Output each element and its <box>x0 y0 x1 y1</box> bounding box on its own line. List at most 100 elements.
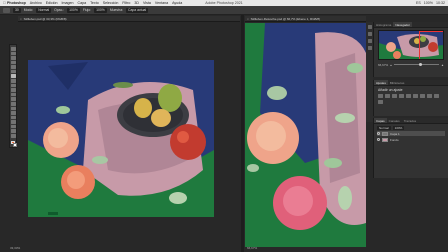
tab-adjustments[interactable]: Ajustes <box>374 80 388 85</box>
exposure-icon[interactable] <box>399 94 404 98</box>
curves-icon[interactable] <box>392 94 397 98</box>
eye-icon[interactable] <box>377 138 380 141</box>
background-color-swatch[interactable] <box>12 143 17 147</box>
path-select-tool-icon[interactable] <box>10 120 16 124</box>
clock: 10:32 <box>436 1 445 5</box>
layer-row[interactable]: Fondo <box>377 137 445 142</box>
brushes-panel-icon[interactable] <box>367 46 372 50</box>
pen-tool-icon[interactable] <box>10 111 16 115</box>
input-source[interactable]: ES <box>416 1 421 5</box>
hue-saturation-icon[interactable] <box>413 94 418 98</box>
hand-tool-icon[interactable] <box>10 129 16 133</box>
opacity-field[interactable]: 100% <box>67 7 80 13</box>
layer-name[interactable]: Capa 1 <box>390 132 400 136</box>
tab-layers[interactable]: Capas <box>374 118 387 123</box>
menu-capa[interactable]: Capa <box>78 1 87 5</box>
layer-name[interactable]: Fondo <box>390 138 399 142</box>
properties-panel-icon[interactable] <box>367 32 372 36</box>
tool-preset-picker[interactable] <box>3 7 10 13</box>
type-tool-icon[interactable] <box>10 115 16 120</box>
tab-channels[interactable]: Canales <box>387 118 402 123</box>
layer-opacity-field[interactable]: 100% <box>392 125 405 130</box>
history-panel-icon[interactable] <box>367 25 372 29</box>
swatches-panel-icon[interactable] <box>367 39 372 43</box>
shape-tool-icon[interactable] <box>10 124 16 129</box>
lasso-tool-icon[interactable] <box>10 56 16 60</box>
adjustments-panel: Ajustes Bibliotecas Añadir un ajuste <box>373 80 448 116</box>
move-tool-icon[interactable] <box>10 47 16 51</box>
right-canvas[interactable] <box>245 23 366 247</box>
flow-label: Flujo: <box>82 8 92 12</box>
color-balance-icon[interactable] <box>420 94 425 98</box>
clone-stamp-tool-icon[interactable] <box>10 83 16 88</box>
menu-imagen[interactable]: Imagen <box>62 1 74 5</box>
navigator-zoom-value[interactable]: 66,67% <box>378 63 388 67</box>
brightness-contrast-icon[interactable] <box>378 94 383 98</box>
dodge-tool-icon[interactable] <box>10 106 16 111</box>
menu-filtro[interactable]: Filtro <box>122 1 130 5</box>
photo-filter-icon[interactable] <box>434 94 439 98</box>
navigator-preview[interactable] <box>378 30 444 60</box>
flow-field[interactable]: 100% <box>94 7 107 13</box>
eye-icon[interactable] <box>377 132 380 135</box>
marquee-tool-icon[interactable] <box>10 51 16 56</box>
menu-texto[interactable]: Texto <box>90 1 99 5</box>
tab-histogram[interactable]: Histograma <box>374 22 393 27</box>
menu-ayuda[interactable]: Ayuda <box>172 1 182 5</box>
sample-label: Muestra: <box>109 8 124 12</box>
menu-archivo[interactable]: Archivo <box>30 1 42 5</box>
eyedropper-tool-icon[interactable] <box>10 69 16 74</box>
quick-select-tool-icon[interactable] <box>10 60 16 65</box>
brush-size-field[interactable]: 30 <box>13 7 21 13</box>
navigator-zoom-row: 66,67% ▴ ▲ <box>378 62 444 67</box>
zoom-in-icon[interactable]: ▲ <box>441 63 444 67</box>
navigator-view-box[interactable] <box>419 31 443 59</box>
adjustment-icons <box>378 94 444 104</box>
gradient-tool-icon[interactable] <box>10 97 16 101</box>
channel-mixer-icon[interactable] <box>378 100 383 104</box>
vibrance-icon[interactable] <box>406 94 411 98</box>
opacity-label: Opac.: <box>54 8 65 12</box>
still-life-photo-left <box>28 60 214 217</box>
tab-paths[interactable]: Trazados <box>402 118 418 123</box>
document-divider <box>241 15 244 252</box>
blur-tool-icon[interactable] <box>10 101 16 106</box>
eraser-tool-icon[interactable] <box>10 92 16 97</box>
menu-3d[interactable]: 3D <box>134 1 139 5</box>
levels-icon[interactable] <box>385 94 390 98</box>
sample-select[interactable]: Capa actual <box>126 7 149 13</box>
mode-label: Modo: <box>23 8 34 12</box>
layer-row[interactable]: Capa 1 <box>377 131 445 136</box>
navigator-zoom-knob[interactable] <box>418 62 422 66</box>
menu-seleccion[interactable]: Selección <box>103 1 119 5</box>
left-document-tab[interactable]: × Stillleben.psd @ 33,3% (RGB/8) <box>18 16 240 22</box>
close-icon[interactable]: × <box>20 17 22 21</box>
history-brush-tool-icon[interactable] <box>10 88 16 92</box>
panel-icon-strip <box>366 22 373 122</box>
left-status-zoom[interactable]: 33,33% <box>10 246 20 251</box>
left-canvas[interactable] <box>28 60 214 217</box>
tab-navigator[interactable]: Navegador <box>393 22 413 27</box>
menu-vista[interactable]: Vista <box>143 1 151 5</box>
menu-photoshop[interactable]: Photoshop <box>7 1 26 5</box>
blend-mode-select[interactable]: Normal <box>377 125 391 130</box>
right-document-tab[interactable]: × Stillleben-Retusche.psd @ 66,7% (Ebene… <box>245 16 366 22</box>
menu-edicion[interactable]: Edición <box>46 1 58 5</box>
menu-ventana[interactable]: Ventana <box>155 1 168 5</box>
close-icon[interactable]: × <box>247 17 249 21</box>
navigator-zoom-slider[interactable] <box>393 62 440 66</box>
brush-tool-icon[interactable] <box>10 79 16 83</box>
black-white-icon[interactable] <box>427 94 432 98</box>
mode-select[interactable]: Normal <box>36 7 52 13</box>
navigator-panel: Histograma Navegador 66,67% ▴ ▲ <box>373 22 448 77</box>
right-status-zoom[interactable]: 66,67% <box>247 246 257 251</box>
tab-libraries[interactable]: Bibliotecas <box>388 80 407 85</box>
layers-panel-tabs: Capas Canales Trazados <box>374 118 448 124</box>
layer-thumbnail <box>382 137 388 142</box>
zoom-out-icon[interactable]: ▴ <box>390 63 392 67</box>
zoom-tool-icon[interactable] <box>10 133 16 138</box>
healing-brush-tool-icon[interactable] <box>10 74 16 79</box>
crop-tool-icon[interactable] <box>10 65 16 69</box>
left-document-title: Stillleben.psd @ 33,3% (RGB/8) <box>23 17 67 21</box>
adjustments-title: Añadir un ajuste <box>378 88 403 92</box>
